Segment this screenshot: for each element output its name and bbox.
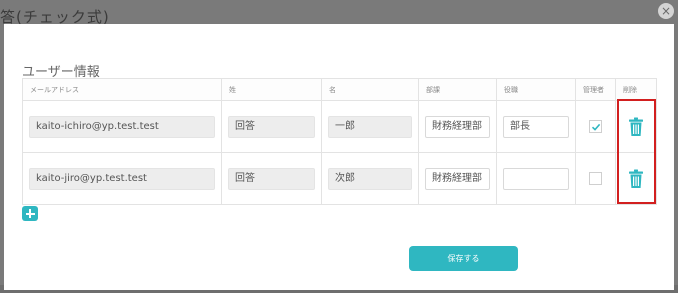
column-header-admin: 管理者 <box>575 78 616 101</box>
email-field[interactable]: kaito-jiro@yp.test.test <box>29 167 215 190</box>
user-info-modal: ユーザー情報 メールアドレス 姓 名 部課 役職 管理者 削除 kaito-ic… <box>4 24 674 290</box>
close-button[interactable]: × <box>658 3 674 19</box>
department-field[interactable]: 財務経理部 <box>425 115 490 138</box>
close-icon: × <box>660 4 672 18</box>
last-name-field[interactable]: 回答 <box>228 167 315 190</box>
column-header-first-name: 名 <box>321 78 419 101</box>
first-name-field[interactable]: 一郎 <box>328 115 412 138</box>
department-field[interactable]: 財務経理部 <box>425 167 490 190</box>
email-field[interactable]: kaito-ichiro@yp.test.test <box>29 115 215 138</box>
first-name-field[interactable]: 次郎 <box>328 167 412 190</box>
column-header-position: 役職 <box>496 78 576 101</box>
add-row-button[interactable] <box>22 206 38 221</box>
admin-checkbox[interactable] <box>589 172 602 185</box>
column-header-email: メールアドレス <box>22 78 222 101</box>
trash-icon[interactable] <box>628 169 644 189</box>
table-row: kaito-ichiro@yp.test.test 回答 一郎 財務経理部 部長 <box>22 100 657 153</box>
position-field[interactable] <box>503 167 569 190</box>
admin-checkbox[interactable] <box>589 120 602 133</box>
save-button[interactable]: 保存する <box>409 246 518 271</box>
last-name-field[interactable]: 回答 <box>228 115 315 138</box>
table-row: kaito-jiro@yp.test.test 回答 次郎 財務経理部 <box>22 152 657 205</box>
user-table: メールアドレス 姓 名 部課 役職 管理者 削除 kaito-ichiro@yp… <box>22 78 657 205</box>
table-header-row: メールアドレス 姓 名 部課 役職 管理者 削除 <box>22 78 657 101</box>
column-header-last-name: 姓 <box>221 78 322 101</box>
column-header-department: 部課 <box>418 78 497 101</box>
column-header-delete: 削除 <box>615 78 657 101</box>
check-icon <box>591 123 601 131</box>
position-field[interactable]: 部長 <box>503 115 569 138</box>
trash-icon[interactable] <box>628 117 644 137</box>
